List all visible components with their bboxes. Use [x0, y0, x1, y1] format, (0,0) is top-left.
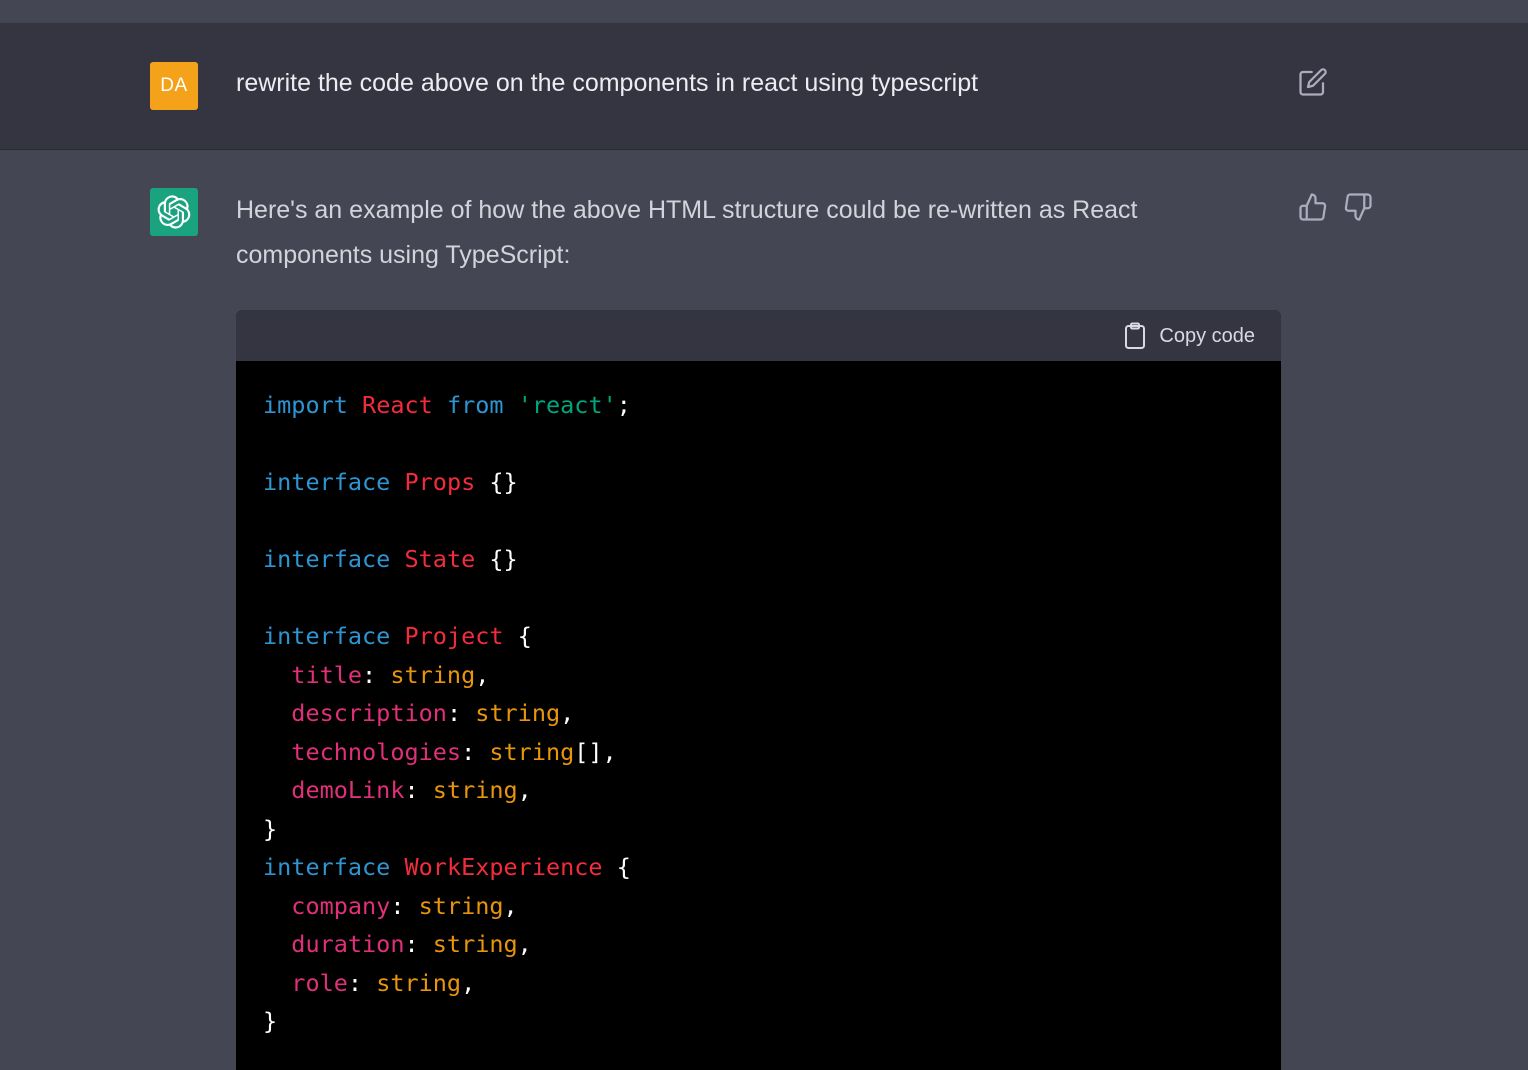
code-token-keyword: interface [263, 622, 391, 650]
code-line: description: string, [263, 694, 631, 733]
code-token-punctuation: : [347, 968, 377, 997]
code-token-punctuation: : [362, 660, 391, 689]
code-token-type: string [432, 776, 518, 804]
code-token-property: demoLink [291, 776, 405, 804]
code-token-keyword: interface [263, 853, 391, 881]
code-token-property: role [291, 968, 348, 997]
code-token-type: string [475, 699, 561, 727]
user-message-text: rewrite the code above on the components… [236, 69, 979, 97]
thumbs-down-icon[interactable] [1343, 192, 1373, 222]
code-token-punctuation: : [461, 737, 490, 766]
code-token-punctuation: , [475, 660, 490, 689]
code-line: interface Props {} [263, 463, 631, 502]
code-token-type: string [418, 891, 504, 920]
code-token-punctuation: ; [616, 391, 631, 419]
code-line: duration: string, [263, 925, 631, 964]
code-token-property: duration [291, 930, 405, 958]
top-strip [0, 0, 1528, 23]
code-token-punctuation: , [503, 891, 518, 920]
code-token-punctuation: { [517, 622, 532, 650]
code-token-type: string [376, 968, 462, 997]
code-token-punctuation: { [616, 853, 631, 881]
code-token-type: string [432, 930, 518, 958]
code-token-punctuation: , [517, 930, 532, 958]
code-token-punctuation: [], [574, 737, 617, 766]
code-block-header: Copy code [236, 310, 1281, 361]
code-line: interface Project { [263, 617, 631, 656]
code-line: import React from 'react'; [263, 386, 631, 425]
code-block: Copy code import React from 'react'; inte… [236, 310, 1281, 1070]
code-token-property: description [291, 699, 447, 727]
code-token-punctuation: : [390, 891, 419, 920]
user-avatar: DA [150, 62, 198, 110]
copy-code-label: Copy code [1159, 324, 1255, 347]
code-token-property: technologies [291, 737, 462, 766]
clipboard-icon [1125, 322, 1146, 349]
code-token-keyword: interface [263, 545, 391, 573]
code-line: } [263, 810, 631, 849]
code-token-punctuation: } [263, 1007, 278, 1035]
code-token-keyword: import [263, 391, 348, 419]
code-line: } [263, 1002, 631, 1041]
code-token-punctuation: {} [489, 468, 518, 496]
copy-code-button[interactable]: Copy code [1123, 322, 1255, 350]
assistant-message-row: Here's an example of how the above HTML … [0, 150, 1528, 1070]
code-line: interface State {} [263, 540, 631, 579]
code-token-punctuation: : [446, 699, 476, 727]
code-token-identifier: React [362, 391, 433, 419]
code-token-punctuation: , [461, 968, 476, 997]
code-line: demoLink: string, [263, 771, 631, 810]
code-token-identifier: WorkExperience [404, 853, 603, 881]
code-token-punctuation: } [263, 814, 278, 843]
code-token-keyword: from [446, 391, 504, 419]
code-token-punctuation: , [560, 699, 575, 727]
code-token-keyword: interface [263, 468, 391, 496]
code-content: import React from 'react'; interface Prop… [263, 386, 631, 1041]
code-token-identifier: Project [404, 622, 504, 650]
assistant-intro-text: Here's an example of how the above HTML … [236, 196, 1138, 269]
code-line: role: string, [263, 964, 631, 1003]
code-line: technologies: string[], [263, 733, 631, 772]
code-token-type: string [390, 660, 476, 689]
code-token-property: company [291, 891, 391, 920]
code-token-punctuation: {} [489, 545, 518, 573]
code-line: interface WorkExperience { [263, 848, 631, 887]
edit-icon[interactable] [1298, 67, 1328, 97]
code-line: title: string, [263, 656, 631, 695]
user-message-row: DA rewrite the code above on the compone… [0, 23, 1528, 150]
code-token-punctuation: , [517, 776, 532, 804]
openai-logo-icon [150, 188, 198, 236]
code-token-string: 'react' [517, 391, 617, 419]
code-token-punctuation: : [404, 776, 433, 804]
code-token-identifier: State [404, 545, 476, 573]
code-token-identifier: Props [404, 468, 476, 496]
code-token-type: string [489, 737, 575, 766]
thumbs-up-icon[interactable] [1298, 192, 1328, 222]
code-line: company: string, [263, 887, 631, 926]
code-token-property: title [291, 660, 363, 689]
code-token-punctuation: : [404, 930, 433, 958]
